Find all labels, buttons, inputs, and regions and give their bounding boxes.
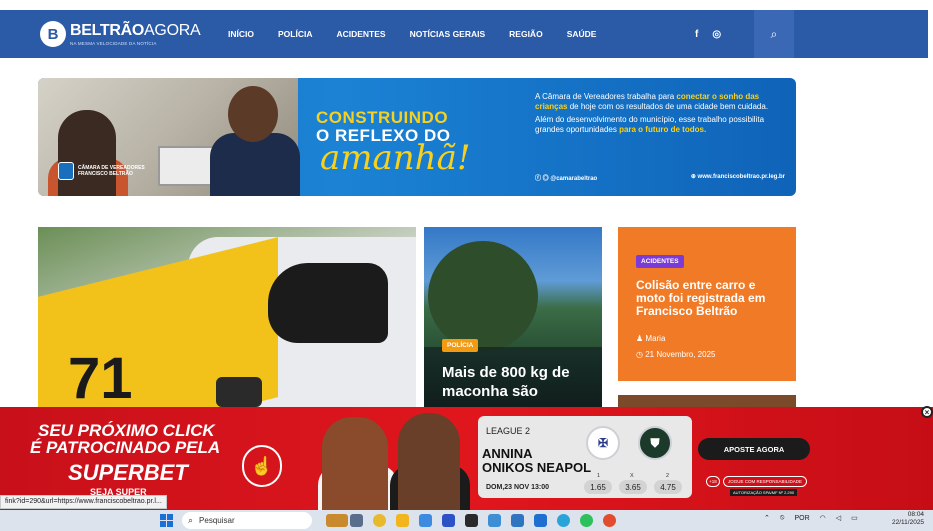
taskbar-search-input[interactable]: ⌕ Pesquisar bbox=[182, 512, 312, 529]
bet-widget[interactable]: LEAGUE 2 ANNINA ONIKOS NEAPOL DOM,23 NOV… bbox=[478, 416, 692, 498]
edge-icon[interactable] bbox=[557, 514, 570, 527]
chevron-up-icon[interactable]: ⌃ bbox=[764, 514, 770, 522]
calculator-icon[interactable] bbox=[488, 514, 501, 527]
system-tray: ⌃ ⦸ POR ◠ ◁ ▭ bbox=[764, 514, 868, 522]
clock[interactable]: 08:04 22/11/2025 bbox=[892, 511, 924, 527]
news-date: ◷ 21 Novembro, 2025 bbox=[636, 350, 716, 359]
odd-label-draw: X bbox=[630, 473, 634, 479]
site-logo[interactable]: B BELTRÃOAGORA NA MESMA VELOCIDADE DA NO… bbox=[40, 21, 210, 47]
battery-icon[interactable]: ▭ bbox=[851, 514, 858, 522]
away-crest-icon: ⛊ bbox=[638, 426, 672, 460]
menu-item-saude[interactable]: SAÚDE bbox=[567, 29, 597, 39]
language-indicator[interactable]: POR bbox=[794, 515, 809, 522]
banner-title-script: amanhã! bbox=[320, 138, 471, 178]
responsible-gaming: +18 JOGUE COM RESPONSABILIDADE bbox=[706, 476, 808, 487]
facebook-icon[interactable]: f bbox=[695, 29, 698, 40]
bet-date: DOM,23 NOV 13:00 bbox=[486, 484, 550, 491]
logo-tagline: NA MESMA VELOCIDADE DA NOTÍCIA bbox=[70, 41, 157, 46]
council-banner-ad[interactable]: CÂMARA DE VEREADORES FRANCISCO BELTRÃO C… bbox=[38, 78, 796, 196]
bet-now-button[interactable]: APOSTE AGORA bbox=[698, 438, 810, 460]
menu-item-policia[interactable]: POLÍCIA bbox=[278, 29, 312, 39]
news-card-police[interactable]: POLÍCIA Mais de 800 kg de maconha são bbox=[424, 227, 602, 407]
pointer-hand-icon: ☝ bbox=[242, 445, 282, 487]
bet-team-home: ANNINA bbox=[482, 446, 533, 461]
ad-headline-2: É PATROCINADO PELA bbox=[30, 438, 221, 457]
banner-photo: CÂMARA DE VEREADORES FRANCISCO BELTRÃO bbox=[38, 78, 300, 196]
player-photo-1 bbox=[322, 417, 388, 510]
logo-name: BELTRÃOAGORA bbox=[70, 22, 201, 39]
odd-home-button[interactable]: 1.65 bbox=[584, 480, 612, 494]
odd-draw-button[interactable]: 3.65 bbox=[619, 480, 647, 494]
category-badge-police[interactable]: POLÍCIA bbox=[442, 339, 479, 352]
bet-league: LEAGUE 2 bbox=[486, 426, 531, 436]
facebook-instagram-icon: ⓕ ◎ bbox=[535, 176, 551, 182]
player-photo-2 bbox=[398, 413, 460, 510]
car-number: 71 bbox=[68, 346, 133, 407]
instagram-icon[interactable]: ◎ bbox=[712, 29, 721, 40]
banner-footer: ⓕ ◎ @camarabeltrao ⊕ www.franciscobeltra… bbox=[535, 174, 785, 182]
odd-label-away: 2 bbox=[666, 473, 670, 479]
car-mirror bbox=[268, 263, 388, 343]
file-explorer-icon[interactable] bbox=[396, 514, 409, 527]
category-badge-accidents[interactable]: ACIDENTES bbox=[636, 255, 684, 268]
windows-taskbar: ⌕ Pesquisar ⌃ ⦸ POR ◠ ◁ ▭ 08:04 22/11/20… bbox=[0, 510, 933, 531]
ad-brand: SUPERBET bbox=[68, 460, 188, 485]
odd-label-home: 1 bbox=[597, 473, 601, 479]
menu-item-acidentes[interactable]: ACIDENTES bbox=[336, 29, 385, 39]
news-author: ♟ Maria bbox=[636, 334, 666, 343]
logo-mark-icon: B bbox=[40, 21, 66, 47]
whatsapp-icon[interactable] bbox=[580, 514, 593, 527]
amazon-icon[interactable] bbox=[465, 514, 478, 527]
browser-viewport: B BELTRÃOAGORA NA MESMA VELOCIDADE DA NO… bbox=[0, 0, 933, 531]
news-title[interactable]: Colisão entre carro e moto foi registrad… bbox=[636, 279, 786, 318]
social-links: f ◎ bbox=[695, 10, 735, 58]
chrome-profile-icon[interactable] bbox=[603, 514, 616, 527]
user-icon: ♟ bbox=[636, 334, 646, 343]
bluestacks-icon[interactable] bbox=[442, 514, 455, 527]
site-header: B BELTRÃOAGORA NA MESMA VELOCIDADE DA NO… bbox=[0, 10, 928, 58]
menu-item-inicio[interactable]: INÍCIO bbox=[228, 29, 254, 39]
store-icon[interactable] bbox=[511, 514, 524, 527]
search-icon: ⌕ bbox=[770, 26, 778, 41]
wifi-icon[interactable]: ◠ bbox=[820, 514, 826, 522]
news-card-accident[interactable]: ACIDENTES Colisão entre carro e moto foi… bbox=[618, 227, 796, 381]
news-card-featured[interactable]: 71 bbox=[38, 227, 416, 407]
clock-icon: ◷ bbox=[636, 350, 646, 359]
close-ad-button[interactable]: × bbox=[921, 406, 933, 418]
news-title[interactable]: Mais de 800 kg de maconha são bbox=[442, 363, 592, 401]
search-icon: ⌕ bbox=[188, 515, 194, 525]
council-logo: CÂMARA DE VEREADORES FRANCISCO BELTRÃO bbox=[58, 162, 145, 180]
mute-icon[interactable]: ⦸ bbox=[780, 514, 785, 522]
status-bar-url: fink?id=290&url=https://www.franciscobel… bbox=[0, 495, 167, 509]
banner-title-line1: CONSTRUINDO bbox=[316, 108, 449, 127]
globe-icon: ⊕ bbox=[690, 174, 698, 180]
bet-team-away: ONIKOS NEAPOL bbox=[482, 460, 592, 475]
volume-icon[interactable]: ◁ bbox=[836, 514, 841, 522]
vscode-icon[interactable] bbox=[534, 514, 547, 527]
chrome-icon[interactable] bbox=[373, 514, 386, 527]
banner-copy: A Câmara de Vereadores trabalha para con… bbox=[535, 92, 769, 134]
home-crest-icon: ✠ bbox=[586, 426, 620, 460]
main-menu: INÍCIO POLÍCIA ACIDENTES NOTÍCIAS GERAIS… bbox=[228, 29, 620, 39]
menu-item-regiao[interactable]: REGIÃO bbox=[509, 29, 543, 39]
app-icon[interactable] bbox=[419, 514, 432, 527]
search-button[interactable]: ⌕ bbox=[754, 10, 794, 58]
ad-authorization: AUTORIZAÇÃO SPA/MF Nº 2.290 bbox=[730, 489, 798, 496]
task-view-icon[interactable] bbox=[350, 514, 363, 527]
menu-item-noticias-gerais[interactable]: NOTÍCIAS GERAIS bbox=[410, 29, 486, 39]
odd-away-button[interactable]: 4.75 bbox=[654, 480, 682, 494]
windows-start-icon[interactable] bbox=[160, 514, 173, 527]
council-crest-icon bbox=[58, 162, 74, 180]
widgets-icon[interactable] bbox=[326, 514, 348, 527]
